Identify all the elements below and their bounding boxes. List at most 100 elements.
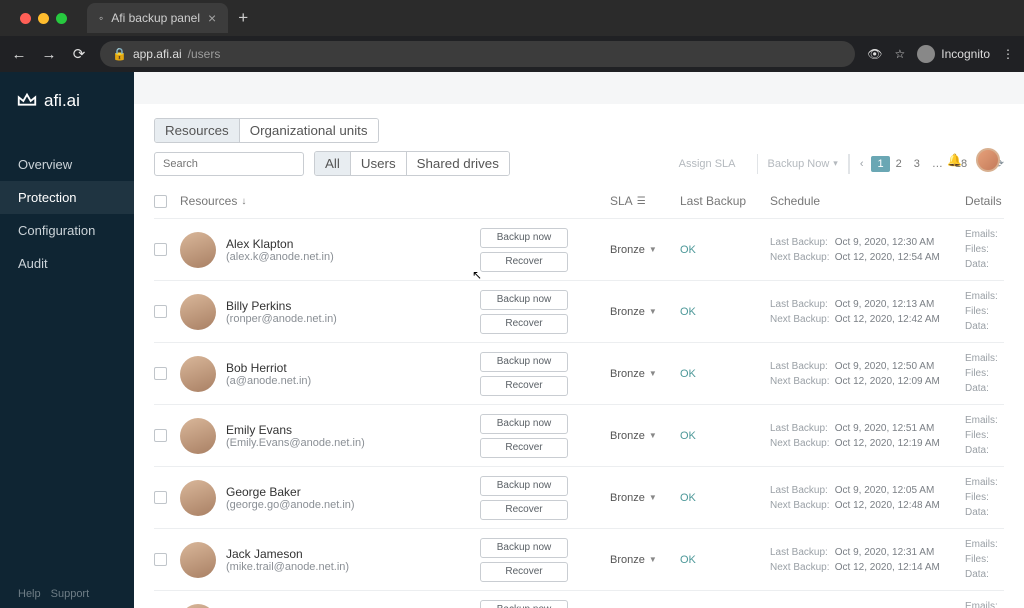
backup-now-row-button[interactable]: Backup now (480, 414, 568, 434)
last-backup-status: OK (680, 492, 696, 504)
sla-select[interactable]: Bronze ▼ (610, 244, 657, 256)
backup-now-row-button[interactable]: Backup now (480, 600, 568, 608)
last-backup-status: OK (680, 306, 696, 318)
forward-icon[interactable]: → (40, 46, 58, 63)
backup-now-row-button[interactable]: Backup now (480, 476, 568, 496)
sidebar-item-protection[interactable]: Protection (0, 181, 134, 214)
user-avatar (180, 232, 216, 268)
col-last-backup[interactable]: Last Backup (680, 194, 770, 208)
schedule-cell: Last Backup: Oct 9, 2020, 12:51 AMNext B… (770, 421, 965, 451)
select-all-checkbox[interactable] (154, 195, 167, 208)
col-sla[interactable]: SLA ☰ (610, 194, 680, 208)
backup-now-row-button[interactable]: Backup now (480, 538, 568, 558)
row-checkbox[interactable] (154, 553, 167, 566)
incognito-badge: Incognito (917, 45, 990, 63)
address-bar[interactable]: 🔒 app.afi.ai/users (100, 41, 855, 67)
last-backup-status: OK (680, 368, 696, 380)
back-icon[interactable]: ← (10, 46, 28, 63)
sidebar: afi.ai OverviewProtectionConfigurationAu… (0, 72, 134, 608)
tab-favicon-icon: ◦ (99, 11, 103, 25)
user-email: (a@anode.net.in) (226, 375, 311, 387)
sidebar-item-overview[interactable]: Overview (0, 148, 134, 181)
user-email: (Emily.Evans@anode.net.in) (226, 437, 365, 449)
user-avatar (180, 542, 216, 578)
reload-icon[interactable]: ⟳ (70, 45, 88, 63)
last-backup-status: OK (680, 554, 696, 566)
url-path: /users (188, 47, 221, 61)
row-checkbox[interactable] (154, 491, 167, 504)
window-controls[interactable] (8, 13, 79, 24)
sla-select[interactable]: Bronze ▼ (610, 430, 657, 442)
table-row: Alex Klapton(alex.k@anode.net.in)Backup … (154, 218, 1004, 280)
main-content: 🔔 ResourcesOrganizational units AllUsers… (134, 72, 1024, 608)
details-cell: Emails:16,277Files:37Data:1.1 GB (965, 475, 1024, 520)
user-name: Jack Jameson (226, 547, 349, 561)
col-resources[interactable]: Resources ↓ (180, 194, 480, 208)
sla-select[interactable]: Bronze ▼ (610, 554, 657, 566)
recover-row-button[interactable]: Recover (480, 562, 568, 582)
recover-row-button[interactable]: Recover (480, 376, 568, 396)
incognito-icon (917, 45, 935, 63)
last-backup-status: OK (680, 430, 696, 442)
help-link[interactable]: Help (18, 588, 41, 600)
row-checkbox[interactable] (154, 429, 167, 442)
brand-name: afi.ai (44, 91, 80, 111)
sla-select[interactable]: Bronze ▼ (610, 492, 657, 504)
recover-row-button[interactable]: Recover (480, 500, 568, 520)
row-checkbox[interactable] (154, 367, 167, 380)
table-row: Billy Perkins(ronper@anode.net.in) Backup… (154, 280, 1004, 342)
star-icon[interactable]: ☆ (895, 47, 906, 61)
browser-chrome: ◦ Afi backup panel × + ← → ⟳ 🔒 app.afi.a… (0, 0, 1024, 72)
schedule-cell: Last Backup: Oct 9, 2020, 12:50 AMNext B… (770, 359, 965, 389)
schedule-cell: Last Backup: Oct 9, 2020, 12:13 AMNext B… (770, 297, 965, 327)
eye-off-icon[interactable]: 👁 (867, 47, 882, 61)
col-schedule: Schedule (770, 194, 965, 208)
details-cell: Emails:163,995Files:52Data:32 GB (965, 599, 1024, 608)
brand-logo[interactable]: afi.ai (0, 72, 134, 130)
user-name: Alex Klapton (226, 237, 334, 251)
row-checkbox[interactable] (154, 305, 167, 318)
schedule-cell: Last Backup: Oct 9, 2020, 12:05 AMNext B… (770, 483, 965, 513)
row-checkbox[interactable] (154, 243, 167, 256)
notifications-icon[interactable]: 🔔 (947, 153, 962, 167)
caret-down-icon: ▼ (649, 493, 657, 502)
sla-select[interactable]: Bronze ▼ (610, 368, 657, 380)
filter-icon: ☰ (637, 196, 646, 207)
backup-now-row-button[interactable]: Backup now (480, 228, 568, 248)
user-name: George Baker (226, 485, 355, 499)
backup-now-row-button[interactable]: Backup now (480, 352, 568, 372)
details-cell: Emails:133,883Files:91,628Data:90 GB (965, 413, 1024, 458)
sort-icon: ↓ (241, 196, 246, 207)
user-name: Billy Perkins (226, 299, 337, 313)
close-window-icon[interactable] (20, 13, 31, 24)
backup-now-row-button[interactable]: Backup now (480, 290, 568, 310)
minimize-window-icon[interactable] (38, 13, 49, 24)
table-row: Jack Jameson(mike.trail@anode.net.in)Bac… (154, 528, 1004, 590)
user-email: (george.go@anode.net.in) (226, 499, 355, 511)
details-cell: Emails:16,159Files:1Data:707 MB (965, 289, 1024, 334)
recover-row-button[interactable]: Recover (480, 314, 568, 334)
user-email: (ronper@anode.net.in) (226, 313, 337, 325)
sidebar-item-audit[interactable]: Audit (0, 247, 134, 280)
support-link[interactable]: Support (51, 588, 90, 600)
maximize-window-icon[interactable] (56, 13, 67, 24)
url-host: app.afi.ai (133, 47, 182, 61)
caret-down-icon: ▼ (649, 369, 657, 378)
close-tab-icon[interactable]: × (208, 10, 216, 26)
browser-tab[interactable]: ◦ Afi backup panel × (87, 3, 228, 33)
caret-down-icon: ▼ (649, 245, 657, 254)
recover-row-button[interactable]: Recover (480, 252, 568, 272)
menu-icon[interactable]: ⋮ (1002, 47, 1014, 61)
recover-row-button[interactable]: Recover (480, 438, 568, 458)
primary-tabs: ResourcesOrganizational units (154, 118, 379, 143)
sla-select[interactable]: Bronze ▼ (610, 306, 657, 318)
tab-resources[interactable]: Resources (155, 119, 239, 142)
tab-organizational-units[interactable]: Organizational units (239, 119, 378, 142)
app-top-bar: 🔔 (268, 144, 1024, 176)
new-tab-button[interactable]: + (238, 8, 248, 28)
sidebar-item-configuration[interactable]: Configuration (0, 214, 134, 247)
table-header: Resources ↓ SLA ☰ Last Backup Schedule D… (154, 184, 1004, 218)
user-name: Bob Herriot (226, 361, 311, 375)
tab-title: Afi backup panel (111, 11, 200, 25)
current-user-avatar[interactable] (976, 148, 1000, 172)
